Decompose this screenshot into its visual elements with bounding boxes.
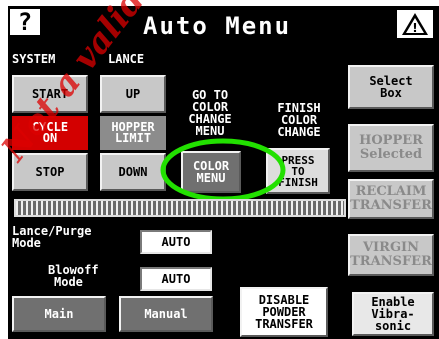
highlight-circle xyxy=(160,138,286,202)
go-to-color-change-label: GO TO COLOR CHANGE MENU xyxy=(188,88,232,138)
main-button[interactable]: Main xyxy=(12,296,106,332)
svg-text:!: ! xyxy=(412,21,417,35)
system-label: SYSTEM xyxy=(12,52,56,66)
select-box-button[interactable]: Select Box xyxy=(348,65,434,109)
disable-powder-transfer-button[interactable]: DISABLE POWDER TRANSFER xyxy=(240,287,328,337)
enable-vibrasonic-button[interactable]: Enable Vibra-sonic xyxy=(352,292,434,336)
lance-down-button[interactable]: DOWN xyxy=(100,153,166,191)
virgin-transfer-button[interactable]: VIRGIN TRANSFER xyxy=(348,234,434,276)
alarm-button[interactable]: ! xyxy=(397,10,433,38)
lance-up-button[interactable]: UP xyxy=(100,75,166,113)
warning-icon: ! xyxy=(402,13,428,35)
progress-strip xyxy=(14,199,346,217)
reclaim-transfer-button[interactable]: RECLAIM TRANSFER xyxy=(348,179,434,219)
hopper-limit-status: HOPPER LIMIT xyxy=(100,116,166,150)
blowoff-mode-field[interactable]: AUTO xyxy=(140,267,212,291)
page-title: Auto Menu xyxy=(143,12,292,40)
lance-purge-mode-field[interactable]: AUTO xyxy=(140,230,212,254)
manual-button[interactable]: Manual xyxy=(119,296,213,332)
blowoff-mode-label: Blowoff Mode xyxy=(48,263,99,289)
help-button[interactable]: ? xyxy=(10,9,40,35)
help-icon: ? xyxy=(17,8,33,36)
finish-color-change-label: FINISH COLOR CHANGE xyxy=(277,101,321,139)
hopper-selected-button[interactable]: HOPPER Selected xyxy=(348,124,434,172)
lance-purge-mode-label: Lance/Purge Mode xyxy=(12,224,92,250)
